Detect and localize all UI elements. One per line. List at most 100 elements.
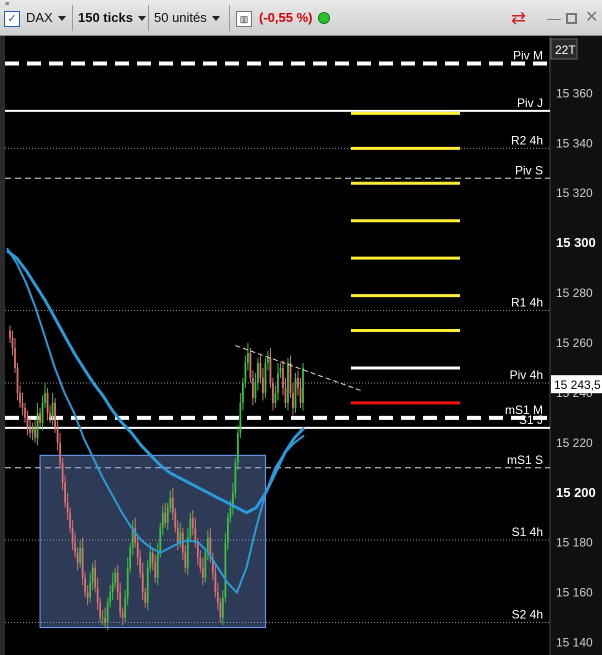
status-dot-icon bbox=[318, 12, 330, 24]
candle-body bbox=[221, 597, 224, 618]
candle-body bbox=[39, 412, 41, 423]
candle-body bbox=[16, 367, 19, 393]
candle-body bbox=[184, 552, 187, 568]
candle-body bbox=[29, 427, 31, 433]
pivot-level-label: Piv M bbox=[513, 48, 543, 62]
pivot-level-label: S2 4h bbox=[512, 608, 543, 622]
candle-body bbox=[46, 392, 49, 413]
candle-body bbox=[116, 572, 119, 593]
left-edge-strip bbox=[0, 36, 5, 655]
options-bars-icon[interactable]: ≡ bbox=[5, 1, 17, 9]
candle-body bbox=[201, 567, 204, 578]
candle-body bbox=[194, 527, 197, 543]
candle-body bbox=[179, 532, 182, 543]
candle-body bbox=[284, 387, 287, 403]
candle-body bbox=[109, 592, 112, 603]
last-price-label: 15 243,5 bbox=[554, 378, 601, 392]
candle-body bbox=[141, 572, 144, 593]
candle-body bbox=[257, 362, 259, 383]
candle-body bbox=[259, 362, 262, 378]
candle-body bbox=[249, 352, 252, 378]
candle-body bbox=[224, 542, 227, 598]
candle-body bbox=[59, 442, 61, 463]
candle-body bbox=[79, 547, 82, 563]
candle-body bbox=[219, 602, 222, 618]
candle-body bbox=[244, 362, 247, 383]
candle-body bbox=[252, 377, 254, 398]
price-chart[interactable]: 15 14015 16015 18015 20015 22015 24015 2… bbox=[0, 36, 602, 655]
timeframe-label: 22T bbox=[555, 43, 576, 57]
candle-body bbox=[144, 592, 147, 603]
candle-body bbox=[154, 562, 157, 578]
candle-body bbox=[61, 462, 64, 483]
candle-body bbox=[51, 402, 54, 418]
toolbar-divider bbox=[148, 5, 149, 31]
chart-icon[interactable]: ▥ bbox=[236, 11, 252, 27]
candle-body bbox=[164, 512, 167, 523]
candle-body bbox=[199, 557, 202, 568]
candle-body bbox=[139, 557, 142, 573]
price-tick-label: 15 280 bbox=[556, 286, 593, 300]
candle-body bbox=[287, 362, 289, 403]
candle-body bbox=[156, 552, 159, 578]
candle-body bbox=[119, 592, 122, 613]
candle-body bbox=[84, 577, 87, 593]
candle-body bbox=[34, 427, 36, 438]
candle-body bbox=[292, 392, 294, 408]
symbol-label: DAX bbox=[26, 10, 53, 25]
candle-body bbox=[186, 537, 189, 568]
candle-body bbox=[277, 372, 279, 393]
candle-body bbox=[106, 602, 109, 623]
candle-body bbox=[129, 547, 132, 568]
pivot-level-label: Piv J bbox=[517, 96, 543, 110]
price-tick-label: 15 320 bbox=[556, 186, 593, 200]
candle-body bbox=[159, 527, 162, 553]
chart-toolbar: ✓ ≡ DAX 150 ticks 50 unités ▥ (-0,55 %) … bbox=[0, 0, 602, 36]
maximize-icon[interactable] bbox=[566, 13, 577, 24]
candle-body bbox=[189, 517, 192, 538]
price-tick-label: 15 260 bbox=[556, 336, 593, 350]
candle-body bbox=[254, 382, 257, 398]
ticks-select[interactable]: 150 ticks bbox=[78, 6, 146, 30]
candle-body bbox=[96, 587, 99, 603]
candle-body bbox=[136, 542, 139, 558]
candle-body bbox=[166, 507, 169, 523]
candle-body bbox=[121, 612, 124, 618]
symbol-select[interactable]: DAX bbox=[26, 6, 66, 30]
candle-body bbox=[169, 497, 172, 508]
candle-body bbox=[64, 482, 66, 503]
candle-body bbox=[226, 517, 229, 543]
candle-body bbox=[24, 407, 26, 418]
candle-body bbox=[76, 552, 79, 563]
candle-body bbox=[272, 382, 274, 403]
toolbar-divider bbox=[72, 5, 73, 31]
pivot-level-label: R1 4h bbox=[511, 296, 543, 310]
candle-body bbox=[69, 512, 72, 528]
candle-body bbox=[31, 427, 34, 433]
candle-body bbox=[264, 362, 267, 393]
candle-body bbox=[134, 527, 137, 543]
candle-body bbox=[94, 567, 97, 588]
candle-body bbox=[191, 517, 194, 528]
candle-body bbox=[146, 567, 149, 603]
candle-body bbox=[89, 582, 92, 598]
candle-body bbox=[36, 412, 39, 438]
candle-body bbox=[267, 357, 269, 363]
chevron-down-icon bbox=[57, 16, 66, 22]
close-icon[interactable]: ✕ bbox=[585, 6, 598, 30]
candle-body bbox=[196, 542, 199, 558]
candle-body bbox=[81, 547, 84, 578]
candle-body bbox=[49, 412, 51, 418]
change-percent: (-0,55 %) bbox=[259, 10, 313, 25]
candle-body bbox=[204, 552, 207, 578]
candle-body bbox=[239, 402, 242, 433]
sync-arrows-icon[interactable]: ⇄ bbox=[511, 6, 526, 30]
units-select[interactable]: 50 unités bbox=[154, 6, 220, 30]
pivot-level-label: S1 J bbox=[519, 413, 543, 427]
candle-body bbox=[71, 527, 74, 543]
pivot-level-label: Piv 4h bbox=[510, 368, 543, 382]
ticks-label: 150 ticks bbox=[78, 10, 133, 25]
candle-body bbox=[174, 512, 177, 528]
checkbox-icon[interactable]: ✓ bbox=[4, 11, 20, 27]
minimize-icon[interactable]: — bbox=[547, 6, 561, 30]
